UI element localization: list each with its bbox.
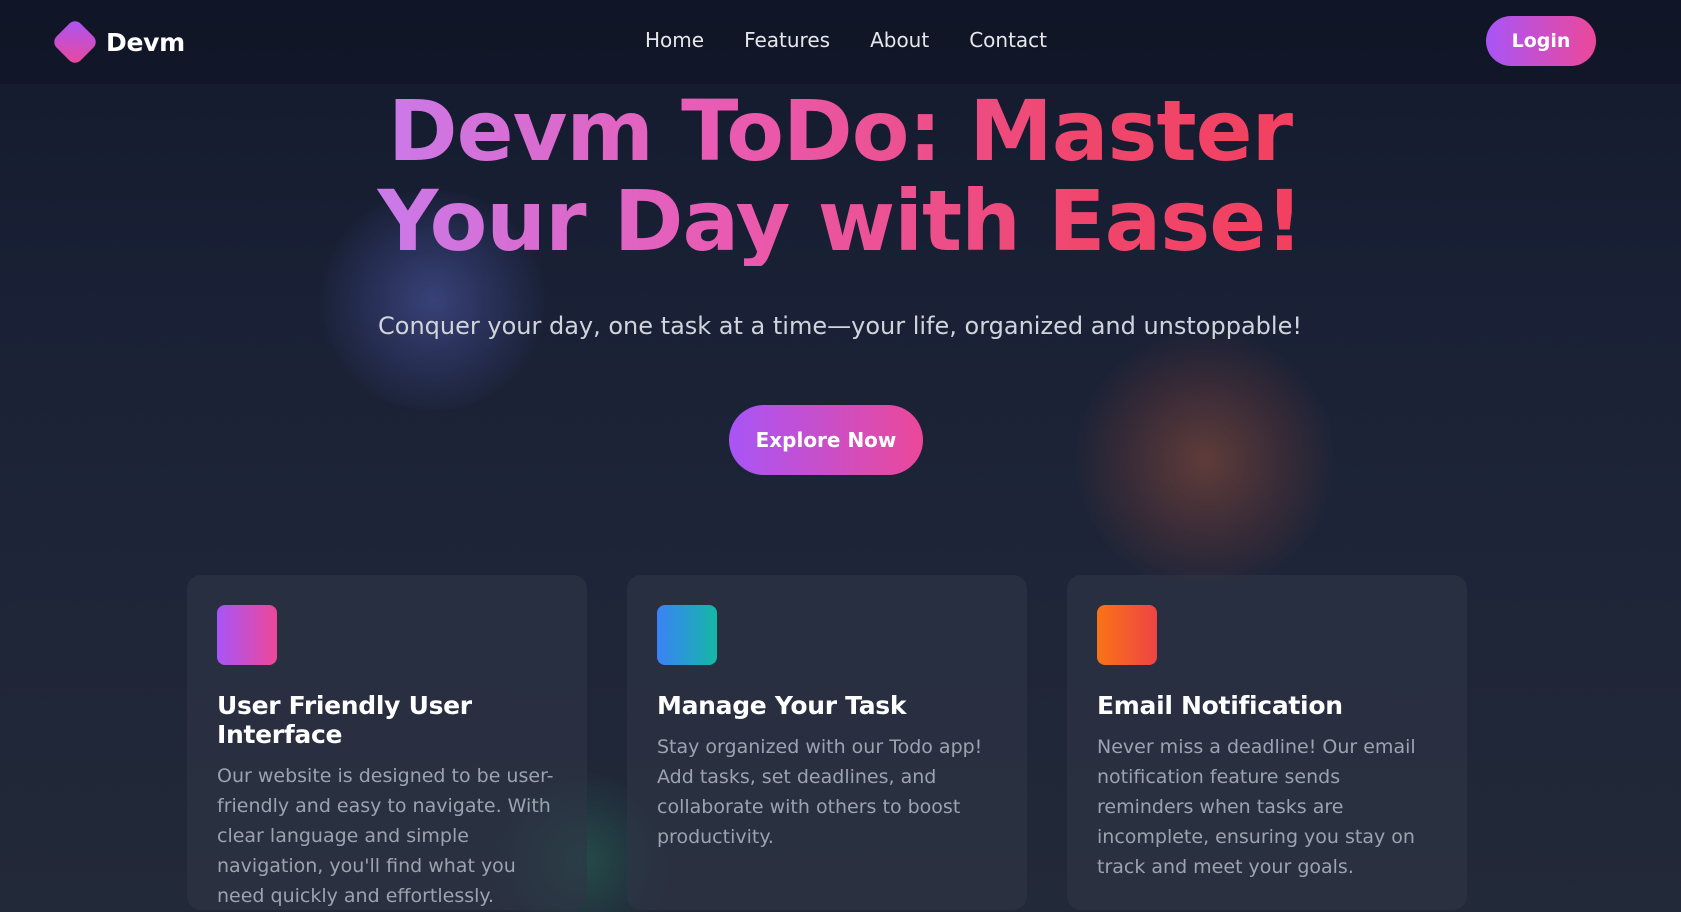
brand[interactable]: Devm bbox=[50, 17, 185, 67]
background-glow-orange bbox=[1075, 330, 1335, 590]
gradient-square-icon bbox=[217, 605, 277, 665]
feature-card-title: Email Notification bbox=[1097, 691, 1343, 720]
hero-title-line-1: Devm ToDo: Master bbox=[387, 82, 1293, 180]
nav-link-features[interactable]: Features bbox=[744, 28, 830, 52]
nav-link-contact[interactable]: Contact bbox=[969, 28, 1047, 52]
feature-card-text: Never miss a deadline! Our email notific… bbox=[1097, 736, 1416, 878]
nav-link-about[interactable]: About bbox=[870, 28, 929, 52]
feature-card-text: Our website is designed to be user-frien… bbox=[217, 765, 554, 907]
login-button[interactable]: Login bbox=[1486, 16, 1596, 66]
hero-subtitle: Conquer your day, one task at a time—you… bbox=[378, 312, 1302, 340]
navbar: Devm Home Features About Contact Login bbox=[0, 0, 1681, 84]
gradient-square-icon bbox=[1097, 605, 1157, 665]
feature-card-text: Stay organized with our Todo app! Add ta… bbox=[657, 736, 983, 848]
feature-card-manage-task: Manage Your Task Stay organized with our… bbox=[627, 575, 1027, 910]
feature-card-user-friendly: User Friendly User Interface Our website… bbox=[187, 575, 587, 910]
feature-card-title: User Friendly User Interface bbox=[217, 691, 472, 749]
gradient-square-icon bbox=[657, 605, 717, 665]
nav-link-home[interactable]: Home bbox=[645, 28, 704, 52]
hero-title-line-2: Your Day with Ease! bbox=[377, 172, 1303, 270]
hero-title: Devm ToDo: Master Your Day with Ease! bbox=[340, 86, 1340, 266]
nav-links: Home Features About Contact bbox=[645, 28, 1047, 52]
brand-name: Devm bbox=[106, 27, 185, 57]
feature-card-email-notification: Email Notification Never miss a deadline… bbox=[1067, 575, 1467, 910]
feature-card-title: Manage Your Task bbox=[657, 691, 907, 720]
diamond-logo-icon bbox=[50, 17, 100, 67]
explore-now-button[interactable]: Explore Now bbox=[729, 405, 923, 475]
